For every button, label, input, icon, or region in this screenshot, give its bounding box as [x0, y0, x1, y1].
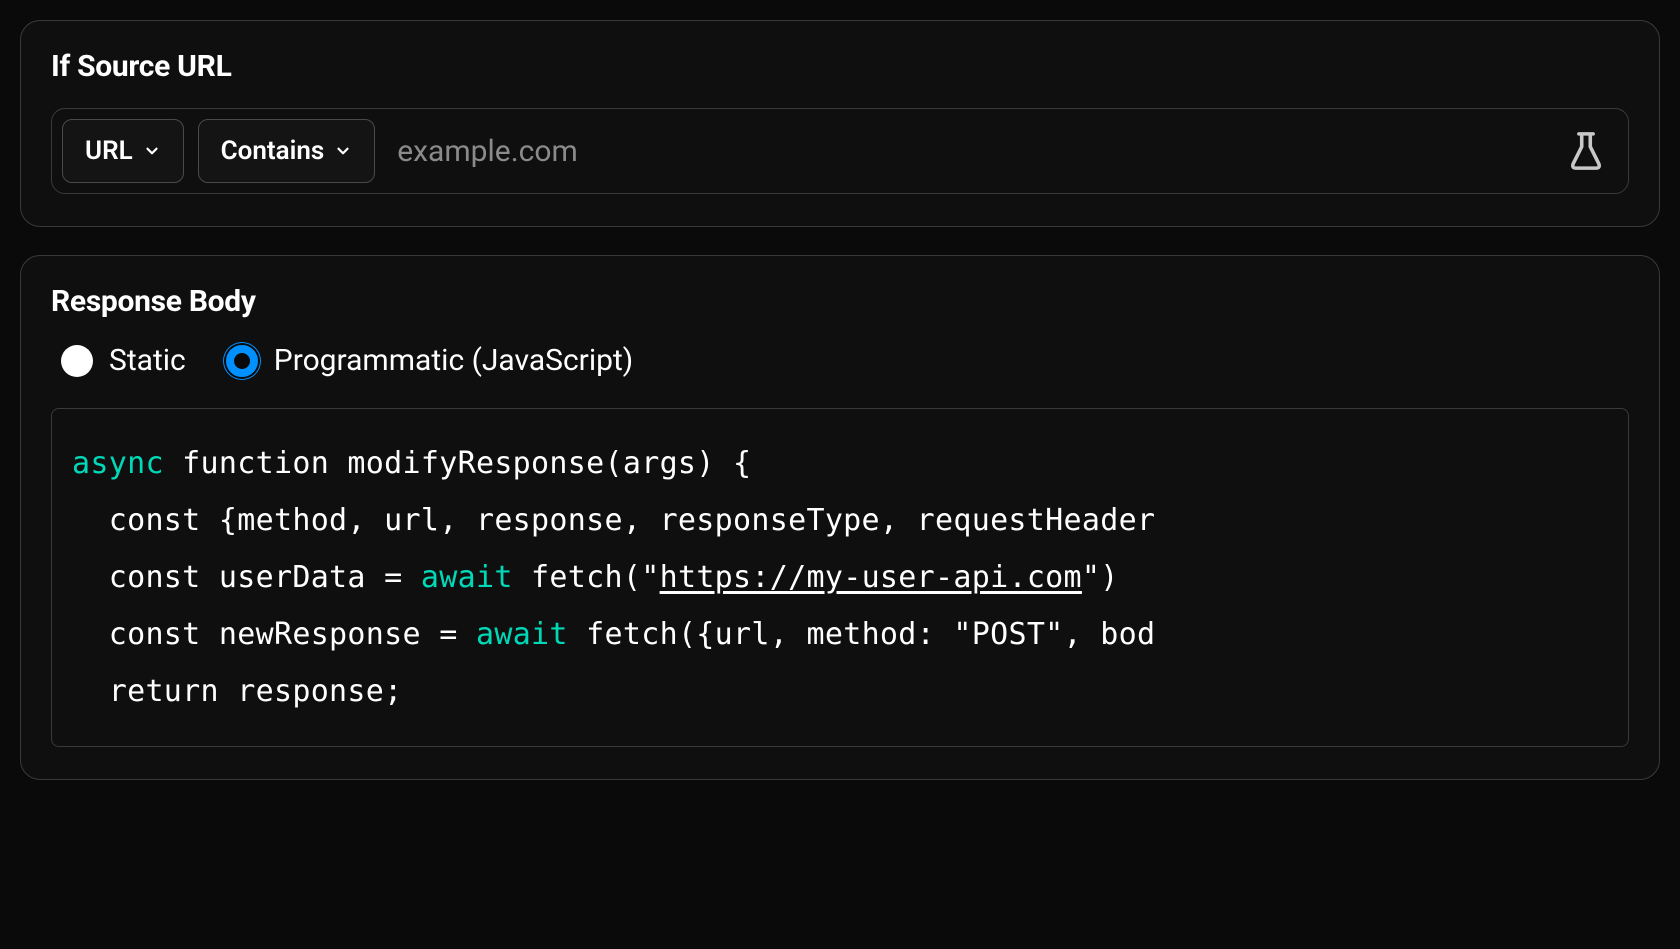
radio-indicator	[226, 345, 258, 377]
code-editor[interactable]: async function modifyResponse(args) { co…	[51, 408, 1629, 747]
url-input[interactable]	[389, 130, 1554, 173]
radio-indicator	[61, 345, 93, 377]
field-select-label: URL	[85, 136, 133, 166]
radio-static[interactable]: Static	[61, 343, 186, 378]
code-text: return response;	[72, 674, 403, 709]
url-condition-row: URL Contains	[51, 108, 1629, 194]
operator-select-label: Contains	[221, 136, 325, 166]
code-keyword: async	[72, 446, 164, 481]
code-text: fetch({url, method: "POST", bod	[568, 617, 1156, 652]
source-url-title: If Source URL	[51, 49, 1629, 84]
code-text: ")	[1082, 560, 1119, 595]
radio-programmatic[interactable]: Programmatic (JavaScript)	[226, 343, 633, 378]
response-body-panel: Response Body Static Programmatic (JavaS…	[20, 255, 1660, 780]
code-text: function modifyResponse(args) {	[164, 446, 752, 481]
code-text: const userData =	[72, 560, 421, 595]
operator-select[interactable]: Contains	[198, 119, 376, 183]
radio-static-label: Static	[109, 343, 186, 378]
chevron-down-icon	[334, 142, 352, 160]
chevron-down-icon	[143, 142, 161, 160]
response-body-title: Response Body	[51, 284, 1629, 319]
code-text: const {method, url, response, responseTy…	[72, 503, 1155, 538]
radio-programmatic-label: Programmatic (JavaScript)	[274, 343, 633, 378]
flask-icon[interactable]	[1568, 131, 1604, 171]
code-text: const newResponse =	[72, 617, 476, 652]
code-keyword: await	[476, 617, 568, 652]
source-url-panel: If Source URL URL Contains	[20, 20, 1660, 227]
code-text: fetch("	[513, 560, 660, 595]
code-url: https://my-user-api.com	[660, 560, 1082, 595]
code-keyword: await	[421, 560, 513, 595]
field-select[interactable]: URL	[62, 119, 184, 183]
radio-group: Static Programmatic (JavaScript)	[51, 343, 1629, 378]
